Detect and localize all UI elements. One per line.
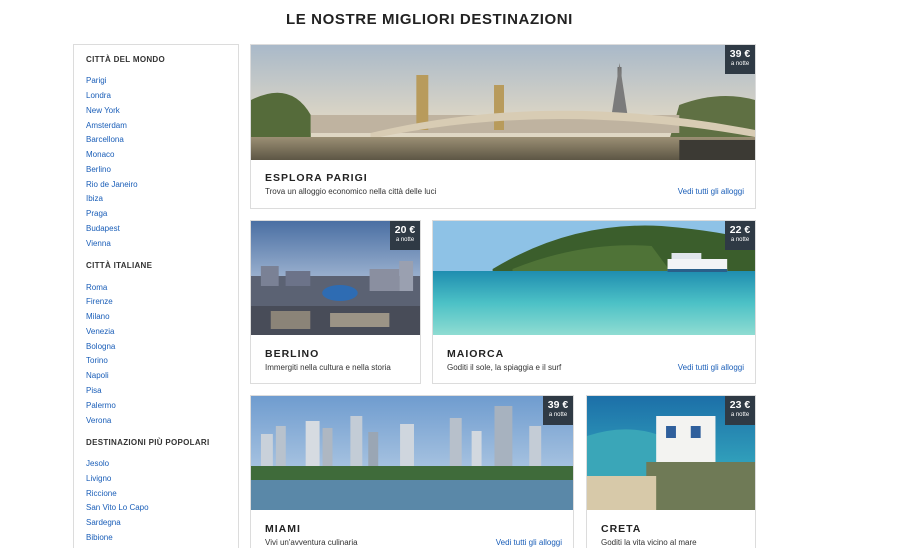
berlino-photo: 20 € a notte [251, 221, 420, 335]
price-unit: a notte [548, 412, 568, 418]
sidebar-link-palermo[interactable]: Palermo [86, 401, 116, 410]
price-amount: 20 € [394, 224, 416, 236]
sidebar-link-torino[interactable]: Torino [86, 356, 108, 365]
card-title: ESPLORA PARIGI [265, 172, 368, 184]
price-amount: 23 € [729, 399, 751, 411]
card-description: Vivi un'avventura culinaria [265, 538, 358, 547]
price-badge: 22 € a notte [725, 221, 755, 250]
sidebar-link-napoli[interactable]: Napoli [86, 371, 109, 380]
sidebar-link-bologna[interactable]: Bologna [86, 342, 115, 351]
miami-photo: 39 € a notte [251, 396, 573, 510]
sidebar-link-jesolo[interactable]: Jesolo [86, 459, 109, 468]
sidebar-link-monaco[interactable]: Monaco [86, 150, 114, 159]
maiorca-photo: 22 € a notte [433, 221, 755, 335]
price-unit: a notte [395, 237, 415, 243]
sidebar-link-berlino[interactable]: Berlino [86, 165, 111, 174]
sidebar-link-roma[interactable]: Roma [86, 283, 107, 292]
sidebar-link-firenze[interactable]: Firenze [86, 297, 113, 306]
destination-card-parigi[interactable]: 39 € a notte ESPLORA PARIGI Trova un all… [250, 44, 756, 209]
view-all-listings-link[interactable]: Vedi tutti gli alloggi [678, 187, 744, 196]
sidebar-link-bibione[interactable]: Bibione [86, 533, 113, 542]
destination-card-berlino[interactable]: 20 € a notte BERLINO Immergiti nella cul… [250, 220, 421, 384]
card-title: CRETA [601, 523, 642, 535]
sidebar-link-barcellona[interactable]: Barcellona [86, 135, 124, 144]
page-title: LE NOSTRE MIGLIORI DESTINAZIONI [286, 11, 573, 28]
sidebar-link-sardegna[interactable]: Sardegna [86, 518, 121, 527]
section-title-popular-destinations: DESTINAZIONI PIÙ POPOLARI [86, 438, 210, 447]
price-unit: a notte [730, 61, 750, 67]
sidebar-link-milano[interactable]: Milano [86, 312, 110, 321]
sidebar-link-riccione[interactable]: Riccione [86, 489, 117, 498]
card-title: MIAMI [265, 523, 301, 535]
destination-card-maiorca[interactable]: 22 € a notte MAIORCA Goditi il sole, la … [432, 220, 756, 384]
sidebar-link-new-york[interactable]: New York [86, 106, 120, 115]
section-title-world-cities: CITTÀ DEL MONDO [86, 55, 166, 64]
price-badge: 39 € a notte [725, 45, 755, 74]
sidebar-link-londra[interactable]: Londra [86, 91, 111, 100]
price-amount: 39 € [729, 48, 751, 60]
card-title: BERLINO [265, 348, 320, 360]
card-description: Goditi il sole, la spiaggia e il surf [447, 363, 562, 372]
section-title-italian-cities: CITTÀ ITALIANE [86, 261, 153, 270]
sidebar-link-budapest[interactable]: Budapest [86, 224, 120, 233]
card-description: Goditi la vita vicino al mare [601, 538, 697, 547]
creta-photo: 23 € a notte [587, 396, 755, 510]
card-description: Trova un alloggio economico nella città … [265, 187, 437, 196]
card-title: MAIORCA [447, 348, 505, 360]
sidebar-link-livigno[interactable]: Livigno [86, 474, 111, 483]
view-all-listings-link[interactable]: Vedi tutti gli alloggi [678, 363, 744, 372]
price-badge: 23 € a notte [725, 396, 755, 425]
price-badge: 39 € a notte [543, 396, 573, 425]
price-amount: 22 € [729, 224, 751, 236]
sidebar-link-amsterdam[interactable]: Amsterdam [86, 121, 127, 130]
destination-card-creta[interactable]: 23 € a notte CRETA Goditi la vita vicino… [586, 395, 756, 548]
sidebar-link-praga[interactable]: Praga [86, 209, 107, 218]
parigi-photo: 39 € a notte [251, 45, 755, 160]
destinations-sidebar: CITTÀ DEL MONDO Parigi Londra New York A… [73, 44, 239, 548]
sidebar-link-san-vito-lo-capo[interactable]: San Vito Lo Capo [86, 503, 149, 512]
price-unit: a notte [730, 412, 750, 418]
destination-card-miami[interactable]: 39 € a notte MIAMI Vivi un'avventura cul… [250, 395, 574, 548]
sidebar-link-pisa[interactable]: Pisa [86, 386, 102, 395]
sidebar-link-verona[interactable]: Verona [86, 416, 111, 425]
card-description: Immergiti nella cultura e nella storia [265, 363, 391, 372]
sidebar-link-parigi[interactable]: Parigi [86, 76, 106, 85]
sidebar-link-rio-de-janeiro[interactable]: Rio de Janeiro [86, 180, 138, 189]
price-amount: 39 € [547, 399, 569, 411]
view-all-listings-link[interactable]: Vedi tutti gli alloggi [496, 538, 562, 547]
sidebar-link-venezia[interactable]: Venezia [86, 327, 114, 336]
sidebar-link-vienna[interactable]: Vienna [86, 239, 111, 248]
price-unit: a notte [730, 237, 750, 243]
price-badge: 20 € a notte [390, 221, 420, 250]
sidebar-link-ibiza[interactable]: Ibiza [86, 194, 103, 203]
